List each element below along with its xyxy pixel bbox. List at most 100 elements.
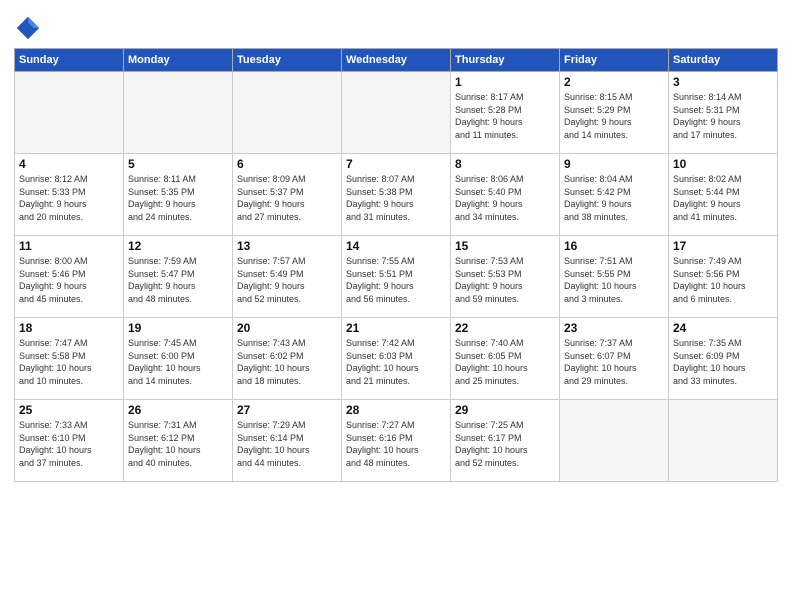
day-number: 13 bbox=[237, 239, 337, 253]
calendar-day-cell: 26 Sunrise: 7:31 AM Sunset: 6:12 PM Dayli… bbox=[124, 400, 233, 482]
day-number: 22 bbox=[455, 321, 555, 335]
day-info: Sunrise: 8:06 AM Sunset: 5:40 PM Dayligh… bbox=[455, 173, 555, 223]
day-info: Sunrise: 7:29 AM Sunset: 6:14 PM Dayligh… bbox=[237, 419, 337, 469]
calendar-day-cell: 1 Sunrise: 8:17 AM Sunset: 5:28 PM Daylig… bbox=[451, 72, 560, 154]
calendar-day-cell bbox=[342, 72, 451, 154]
day-info: Sunrise: 7:40 AM Sunset: 6:05 PM Dayligh… bbox=[455, 337, 555, 387]
calendar-day-cell: 25 Sunrise: 7:33 AM Sunset: 6:10 PM Dayli… bbox=[15, 400, 124, 482]
calendar-day-cell bbox=[15, 72, 124, 154]
day-number: 27 bbox=[237, 403, 337, 417]
logo bbox=[14, 14, 44, 42]
day-number: 5 bbox=[128, 157, 228, 171]
day-info: Sunrise: 8:15 AM Sunset: 5:29 PM Dayligh… bbox=[564, 91, 664, 141]
calendar-day-cell: 14Sunrise: 7:55 AM Sunset: 5:51 PM Dayli… bbox=[342, 236, 451, 318]
weekday-header-tuesday: Tuesday bbox=[233, 49, 342, 72]
day-info: Sunrise: 7:47 AM Sunset: 5:58 PM Dayligh… bbox=[19, 337, 119, 387]
calendar-week-row: 4 Sunrise: 8:12 AM Sunset: 5:33 PM Daylig… bbox=[15, 154, 778, 236]
day-number: 23 bbox=[564, 321, 664, 335]
weekday-header-thursday: Thursday bbox=[451, 49, 560, 72]
day-info: Sunrise: 7:51 AM Sunset: 5:55 PM Dayligh… bbox=[564, 255, 664, 305]
weekday-header-wednesday: Wednesday bbox=[342, 49, 451, 72]
calendar-day-cell bbox=[560, 400, 669, 482]
day-info: Sunrise: 7:33 AM Sunset: 6:10 PM Dayligh… bbox=[19, 419, 119, 469]
calendar-day-cell bbox=[669, 400, 778, 482]
day-number: 8 bbox=[455, 157, 555, 171]
day-number: 26 bbox=[128, 403, 228, 417]
day-number: 11 bbox=[19, 239, 119, 253]
calendar-table: SundayMondayTuesdayWednesdayThursdayFrid… bbox=[14, 48, 778, 482]
day-info: Sunrise: 7:55 AM Sunset: 5:51 PM Dayligh… bbox=[346, 255, 446, 305]
day-number: 1 bbox=[455, 75, 555, 89]
calendar-day-cell: 6 Sunrise: 8:09 AM Sunset: 5:37 PM Daylig… bbox=[233, 154, 342, 236]
weekday-header-saturday: Saturday bbox=[669, 49, 778, 72]
day-info: Sunrise: 8:00 AM Sunset: 5:46 PM Dayligh… bbox=[19, 255, 119, 305]
day-info: Sunrise: 7:25 AM Sunset: 6:17 PM Dayligh… bbox=[455, 419, 555, 469]
day-info: Sunrise: 7:37 AM Sunset: 6:07 PM Dayligh… bbox=[564, 337, 664, 387]
calendar-week-row: 1 Sunrise: 8:17 AM Sunset: 5:28 PM Daylig… bbox=[15, 72, 778, 154]
calendar-day-cell bbox=[233, 72, 342, 154]
day-number: 16 bbox=[564, 239, 664, 253]
calendar-day-cell: 16 Sunrise: 7:51 AM Sunset: 5:55 PM Dayli… bbox=[560, 236, 669, 318]
calendar-week-row: 11 Sunrise: 8:00 AM Sunset: 5:46 PM Dayli… bbox=[15, 236, 778, 318]
day-info: Sunrise: 7:31 AM Sunset: 6:12 PM Dayligh… bbox=[128, 419, 228, 469]
day-info: Sunrise: 7:35 AM Sunset: 6:09 PM Dayligh… bbox=[673, 337, 773, 387]
calendar-day-cell: 21 Sunrise: 7:42 AM Sunset: 6:03 PM Dayli… bbox=[342, 318, 451, 400]
day-info: Sunrise: 8:14 AM Sunset: 5:31 PM Dayligh… bbox=[673, 91, 773, 141]
day-info: Sunrise: 8:17 AM Sunset: 5:28 PM Dayligh… bbox=[455, 91, 555, 141]
calendar-day-cell: 13 Sunrise: 7:57 AM Sunset: 5:49 PM Dayli… bbox=[233, 236, 342, 318]
calendar-week-row: 18 Sunrise: 7:47 AM Sunset: 5:58 PM Dayli… bbox=[15, 318, 778, 400]
day-info: Sunrise: 7:49 AM Sunset: 5:56 PM Dayligh… bbox=[673, 255, 773, 305]
calendar-day-cell: 17 Sunrise: 7:49 AM Sunset: 5:56 PM Dayli… bbox=[669, 236, 778, 318]
day-info: Sunrise: 8:12 AM Sunset: 5:33 PM Dayligh… bbox=[19, 173, 119, 223]
day-info: Sunrise: 8:07 AM Sunset: 5:38 PM Dayligh… bbox=[346, 173, 446, 223]
day-info: Sunrise: 8:11 AM Sunset: 5:35 PM Dayligh… bbox=[128, 173, 228, 223]
calendar-day-cell: 28 Sunrise: 7:27 AM Sunset: 6:16 PM Dayli… bbox=[342, 400, 451, 482]
day-number: 25 bbox=[19, 403, 119, 417]
day-number: 24 bbox=[673, 321, 773, 335]
calendar-day-cell: 3 Sunrise: 8:14 AM Sunset: 5:31 PM Daylig… bbox=[669, 72, 778, 154]
day-info: Sunrise: 7:42 AM Sunset: 6:03 PM Dayligh… bbox=[346, 337, 446, 387]
day-info: Sunrise: 7:57 AM Sunset: 5:49 PM Dayligh… bbox=[237, 255, 337, 305]
day-info: Sunrise: 8:04 AM Sunset: 5:42 PM Dayligh… bbox=[564, 173, 664, 223]
day-number: 29 bbox=[455, 403, 555, 417]
calendar-week-row: 25 Sunrise: 7:33 AM Sunset: 6:10 PM Dayli… bbox=[15, 400, 778, 482]
calendar-day-cell: 11 Sunrise: 8:00 AM Sunset: 5:46 PM Dayli… bbox=[15, 236, 124, 318]
day-info: Sunrise: 8:02 AM Sunset: 5:44 PM Dayligh… bbox=[673, 173, 773, 223]
logo-icon bbox=[14, 14, 42, 42]
calendar-day-cell: 8 Sunrise: 8:06 AM Sunset: 5:40 PM Daylig… bbox=[451, 154, 560, 236]
day-number: 21 bbox=[346, 321, 446, 335]
day-number: 28 bbox=[346, 403, 446, 417]
calendar-day-cell: 19 Sunrise: 7:45 AM Sunset: 6:00 PM Dayli… bbox=[124, 318, 233, 400]
calendar-day-cell: 7 Sunrise: 8:07 AM Sunset: 5:38 PM Daylig… bbox=[342, 154, 451, 236]
calendar-day-cell: 29 Sunrise: 7:25 AM Sunset: 6:17 PM Dayli… bbox=[451, 400, 560, 482]
day-info: Sunrise: 7:45 AM Sunset: 6:00 PM Dayligh… bbox=[128, 337, 228, 387]
calendar-header-row: SundayMondayTuesdayWednesdayThursdayFrid… bbox=[15, 49, 778, 72]
weekday-header-sunday: Sunday bbox=[15, 49, 124, 72]
day-number: 19 bbox=[128, 321, 228, 335]
day-number: 12 bbox=[128, 239, 228, 253]
day-info: Sunrise: 7:43 AM Sunset: 6:02 PM Dayligh… bbox=[237, 337, 337, 387]
calendar-day-cell bbox=[124, 72, 233, 154]
day-number: 17 bbox=[673, 239, 773, 253]
day-number: 9 bbox=[564, 157, 664, 171]
day-number: 20 bbox=[237, 321, 337, 335]
calendar-day-cell: 2Sunrise: 8:15 AM Sunset: 5:29 PM Daylig… bbox=[560, 72, 669, 154]
calendar-day-cell: 20 Sunrise: 7:43 AM Sunset: 6:02 PM Dayli… bbox=[233, 318, 342, 400]
day-number: 15 bbox=[455, 239, 555, 253]
day-number: 4 bbox=[19, 157, 119, 171]
day-number: 3 bbox=[673, 75, 773, 89]
weekday-header-monday: Monday bbox=[124, 49, 233, 72]
calendar-day-cell: 27 Sunrise: 7:29 AM Sunset: 6:14 PM Dayli… bbox=[233, 400, 342, 482]
day-info: Sunrise: 7:27 AM Sunset: 6:16 PM Dayligh… bbox=[346, 419, 446, 469]
day-number: 6 bbox=[237, 157, 337, 171]
day-number: 18 bbox=[19, 321, 119, 335]
day-info: Sunrise: 7:59 AM Sunset: 5:47 PM Dayligh… bbox=[128, 255, 228, 305]
calendar-day-cell: 9 Sunrise: 8:04 AM Sunset: 5:42 PM Daylig… bbox=[560, 154, 669, 236]
day-info: Sunrise: 8:09 AM Sunset: 5:37 PM Dayligh… bbox=[237, 173, 337, 223]
calendar-day-cell: 23 Sunrise: 7:37 AM Sunset: 6:07 PM Dayli… bbox=[560, 318, 669, 400]
day-number: 7 bbox=[346, 157, 446, 171]
calendar-day-cell: 10Sunrise: 8:02 AM Sunset: 5:44 PM Dayli… bbox=[669, 154, 778, 236]
calendar-day-cell: 4 Sunrise: 8:12 AM Sunset: 5:33 PM Daylig… bbox=[15, 154, 124, 236]
header bbox=[14, 10, 778, 42]
calendar-day-cell: 22 Sunrise: 7:40 AM Sunset: 6:05 PM Dayli… bbox=[451, 318, 560, 400]
